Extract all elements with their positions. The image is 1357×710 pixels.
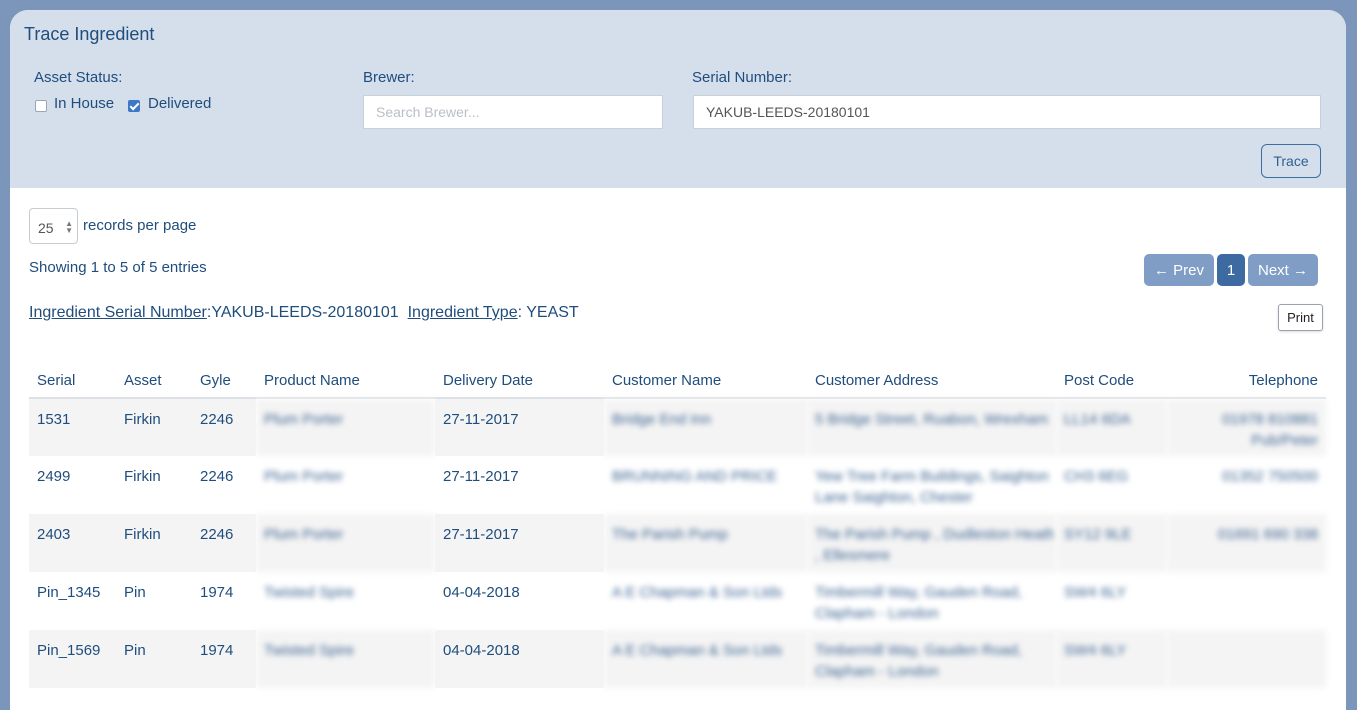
column-header[interactable]: Customer Name [604,364,807,399]
trace-panel: Trace Ingredient Asset Status: In House … [10,10,1346,710]
gyle-cell: 2246 [192,514,256,572]
serial-cell: Pin_1345 [37,584,101,601]
gyle-cell: 1974 [192,630,256,688]
column-header[interactable]: Asset [116,364,192,399]
ingredient-type-key: Ingredient Type [407,304,518,321]
post-code-cell: CH3 6EG [1064,468,1129,485]
search-form: Trace Ingredient Asset Status: In House … [10,10,1346,188]
serial-number-label: Serial Number: [692,69,793,86]
gyle-cell: 2246 [200,468,234,485]
table-row: 2403 Firkin 2246 Plum Porter 27-11-2017 The P… [29,514,1326,572]
telephone-cell [1166,572,1326,630]
post-code-cell: SY12 9LE [1056,514,1166,572]
current-page-button[interactable]: 1 [1217,254,1245,286]
asset-cell: Firkin [116,514,192,572]
product-name-cell: Plum Porter [264,468,344,485]
customer-address-cell: Timbermill Way, Gauden Road, Clapham - L… [815,584,1023,622]
table-row: 2499 Firkin 2246 Plum Porter 27-11-2017 BRUNN… [29,456,1326,514]
delivery-date-cell: 27-11-2017 [443,468,519,485]
customer-address-cell: Timbermill Way, Gauden Road, Clapham - L… [807,630,1056,688]
column-header[interactable]: Delivery Date [435,364,604,399]
page-title: Trace Ingredient [24,24,155,44]
serial-number-input[interactable] [693,95,1321,129]
print-button[interactable]: Print [1278,304,1323,331]
delivered-checkbox[interactable] [128,100,140,112]
serial-cell: 2403 [29,514,116,572]
records-per-page-select[interactable]: 25 ▲ ▼ [29,208,78,244]
delivered-label[interactable]: Delivered [148,95,211,112]
gyle-cell: 1974 [200,584,234,601]
table-row: Pin_1345 Pin 1974 Twisted Spire 04-04-2018 A … [29,572,1326,630]
column-header[interactable]: Customer Address [807,364,1056,399]
customer-name-cell: BRUNNING AND PRICE [612,468,778,485]
delivery-date-cell: 04-04-2018 [435,630,604,688]
serial-cell: 2499 [37,468,71,485]
in-house-checkbox[interactable] [35,100,47,112]
customer-address-cell: 5 Bridge Street, Ruabon, Wrexham [807,398,1056,456]
asset-cell: Firkin [124,468,161,485]
customer-name-cell: Bridge End Inn [604,398,807,456]
column-header[interactable]: Gyle [192,364,256,399]
asset-status-label: Asset Status: [34,69,123,86]
column-header[interactable]: Product Name [256,364,435,399]
table-row: Pin_1569 Pin 1974 Twisted Spire 04-04-2018 A … [29,630,1326,688]
customer-name-cell: A E Chapman & Son Ltds [612,584,783,601]
post-code-cell: SW4 6LY [1064,584,1127,601]
product-name-cell: Plum Porter [256,514,435,572]
records-per-page-label: records per page [83,217,197,234]
ingredient-serial-value: YAKUB-LEEDS-20180101 [211,304,399,321]
serial-cell: Pin_1569 [29,630,116,688]
asset-cell: Pin [116,630,192,688]
asset-cell: Pin [124,584,146,601]
in-house-label[interactable]: In House [54,95,114,112]
telephone-cell [1166,630,1326,688]
prev-page-button[interactable]: ← Prev [1144,254,1214,286]
brewer-search-input[interactable] [363,95,663,129]
serial-cell: 1531 [29,398,116,456]
post-code-cell: LL14 6DA [1056,398,1166,456]
post-code-cell: SW4 6LY [1056,630,1166,688]
ingredient-serial-key: Ingredient Serial Number [29,304,207,321]
trace-button[interactable]: Trace [1261,144,1321,178]
asset-cell: Firkin [116,398,192,456]
select-arrows-icon: ▲ ▼ [65,219,73,235]
column-header[interactable]: Post Code [1056,364,1166,399]
entries-info: Showing 1 to 5 of 5 entries [29,259,207,276]
customer-address-cell: The Parish Pump , Dudleston Heath , Elle… [807,514,1056,572]
table-header-row: Serial Asset Gyle Product Name Delivery … [29,364,1326,399]
brewer-label: Brewer: [363,69,415,86]
telephone-cell: 01978 810881 Pub/Peter [1166,398,1326,456]
column-header[interactable]: Serial [29,364,116,399]
delivery-date-cell: 27-11-2017 [435,398,604,456]
delivery-date-cell: 04-04-2018 [443,584,520,601]
customer-address-cell: Yew Tree Farm Buildings, Saighton Lane S… [815,468,1049,506]
trace-results-table: Serial Asset Gyle Product Name Delivery … [29,364,1326,688]
product-name-cell: Twisted Spire [256,630,435,688]
records-per-page-value: 25 [38,220,54,236]
next-page-button[interactable]: Next → [1248,254,1318,286]
customer-name-cell: The Parish Pump [604,514,807,572]
product-name-cell: Plum Porter [256,398,435,456]
gyle-cell: 2246 [192,398,256,456]
product-name-cell: Twisted Spire [264,584,355,601]
table-row: 1531 Firkin 2246 Plum Porter 27-11-2017 Bridg… [29,398,1326,456]
telephone-cell: 01352 750500 [1222,468,1318,485]
customer-name-cell: A E Chapman & Son Ltds [604,630,807,688]
column-header[interactable]: Telephone [1166,364,1326,399]
ingredient-type-value: YEAST [526,304,579,321]
ingredient-info: Ingredient Serial Number:YAKUB-LEEDS-201… [29,304,579,321]
delivery-date-cell: 27-11-2017 [435,514,604,572]
telephone-cell: 01691 690 338 [1166,514,1326,572]
